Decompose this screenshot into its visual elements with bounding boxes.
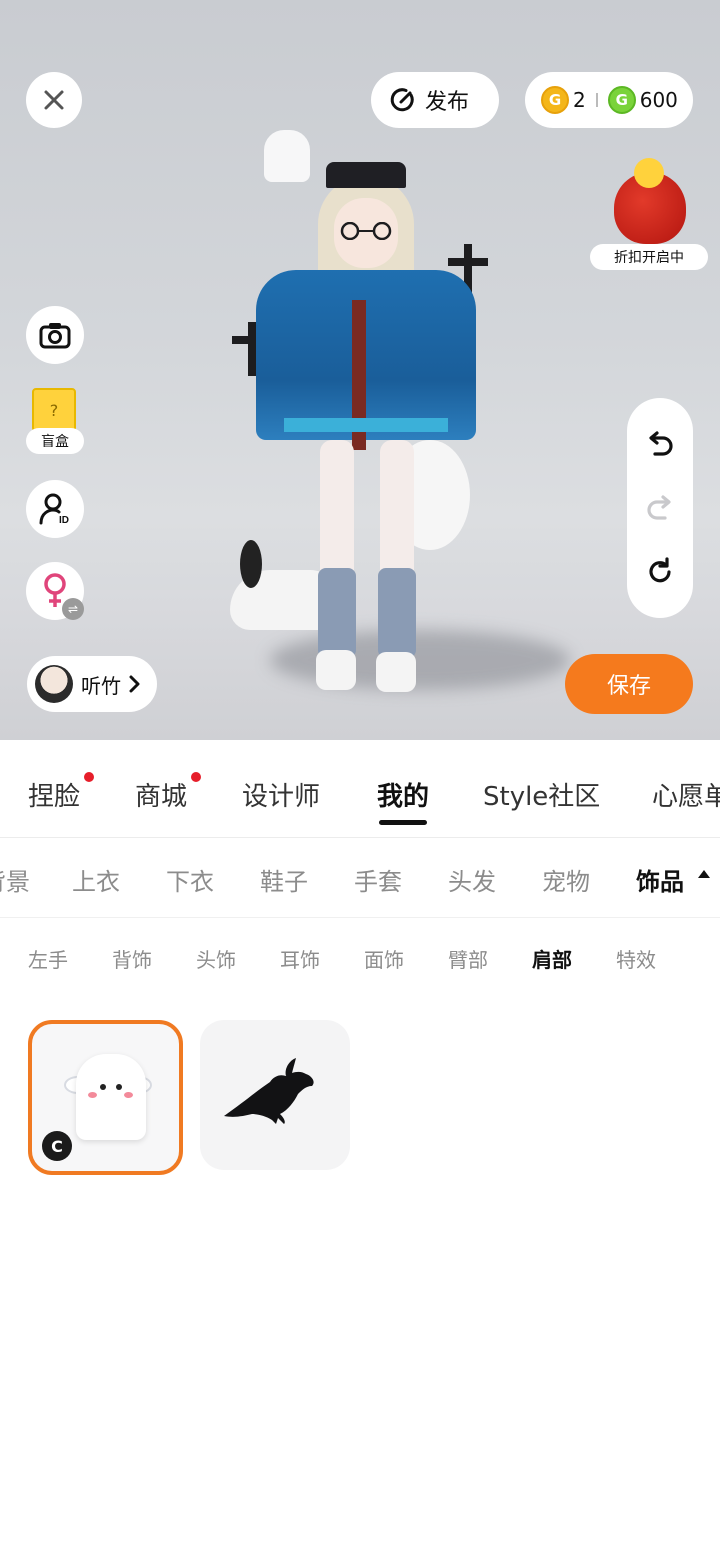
character-dress-hem	[284, 418, 448, 432]
undo-button[interactable]	[640, 424, 680, 464]
blind-box-button[interactable]: ? 盲盒	[26, 388, 86, 460]
avatar	[35, 665, 73, 703]
avatar-id-button[interactable]: ID	[26, 480, 84, 538]
gold-coin-icon: G	[541, 86, 569, 114]
tab-style-community[interactable]: Style社区	[483, 776, 600, 813]
category-shoes[interactable]: 鞋子	[260, 862, 308, 897]
category-pets[interactable]: 宠物	[542, 862, 590, 897]
category-background[interactable]: 背景	[0, 862, 30, 897]
item-grid: C	[0, 994, 720, 1194]
avatar-character[interactable]	[240, 150, 500, 710]
gender-switch-button[interactable]: ⇌	[26, 562, 84, 620]
character-dress	[256, 270, 476, 440]
subcategory-tab-bar: 左手 背饰 头饰 耳饰 面饰 臂部 肩部 特效	[0, 918, 720, 994]
camera-icon	[39, 323, 71, 349]
tab-shop-notification-dot	[191, 772, 201, 782]
subcategory-left-hand[interactable]: 左手	[28, 944, 68, 973]
reset-icon	[649, 557, 671, 583]
publish-button[interactable]: 发布	[371, 72, 499, 128]
category-tab-bar: 背景 上衣 下衣 鞋子 手套 头发 宠物 饰品	[0, 838, 720, 918]
tab-wishlist[interactable]: 心愿单	[652, 776, 720, 813]
subcategory-effects[interactable]: 特效	[616, 944, 656, 973]
svg-text:ID: ID	[59, 515, 69, 526]
main-tab-bar: 捏脸 商城 设计师 我的 Style社区 心愿单	[0, 740, 720, 838]
gold-coin-count: 2	[573, 88, 586, 112]
category-tops[interactable]: 上衣	[72, 862, 120, 897]
tab-face-notification-dot	[84, 772, 94, 782]
promo-label: 折扣开启中	[590, 244, 708, 270]
character-hat	[326, 162, 406, 188]
avatar-scene[interactable]: 发布 G 2 G 600 折扣开启中 ? 盲盒 ID ⇌ 听竹 保存	[0, 0, 720, 740]
edit-history-toolbar	[627, 398, 693, 618]
user-name: 听竹	[81, 673, 121, 698]
user-profile-chip[interactable]: 听竹	[27, 656, 157, 712]
ghost-accessory-image	[76, 1054, 146, 1140]
close-button[interactable]	[26, 72, 82, 128]
category-gloves[interactable]: 手套	[354, 862, 402, 897]
avatar-editor-page: 发布 G 2 G 600 折扣开启中 ? 盲盒 ID ⇌ 听竹 保存 捏脸 商城…	[0, 0, 720, 1544]
category-hair[interactable]: 头发	[448, 862, 496, 897]
subcategory-earrings[interactable]: 耳饰	[280, 944, 320, 973]
redo-button[interactable]	[640, 488, 680, 528]
active-tab-indicator	[379, 820, 427, 825]
undo-icon	[649, 431, 673, 456]
caret-up-icon	[698, 870, 710, 878]
character-legs	[316, 440, 420, 692]
subcategory-back[interactable]: 背饰	[112, 944, 152, 973]
subcategory-arm[interactable]: 臂部	[448, 944, 488, 973]
crow-accessory-image	[224, 1058, 314, 1124]
currency-balance[interactable]: G 2 G 600	[525, 72, 693, 128]
reset-button[interactable]	[640, 552, 680, 592]
user-id-icon: ID	[39, 493, 69, 526]
tab-face[interactable]: 捏脸	[28, 776, 80, 813]
green-coin-icon: G	[607, 86, 636, 114]
swap-icon: ⇌	[62, 598, 84, 620]
discount-promo-button[interactable]: 折扣开启中	[590, 150, 708, 270]
camera-button[interactable]	[26, 306, 84, 364]
publish-label: 发布	[425, 90, 470, 115]
category-accessories[interactable]: 饰品	[636, 862, 684, 897]
tab-mine[interactable]: 我的	[377, 776, 429, 813]
subcategory-shoulder[interactable]: 肩部	[532, 944, 572, 973]
character-glasses	[340, 222, 392, 240]
blind-box-label: 盲盒	[26, 428, 84, 454]
chevron-right-icon	[129, 675, 140, 693]
tab-designer[interactable]: 设计师	[242, 776, 320, 813]
close-icon	[44, 90, 64, 110]
save-button[interactable]: 保存	[565, 654, 693, 714]
item-card-ghost[interactable]: C	[28, 1020, 183, 1175]
publish-icon	[390, 88, 414, 112]
subcategory-headwear[interactable]: 头饰	[196, 944, 236, 973]
green-coin-count: 600	[639, 88, 678, 112]
category-bottoms[interactable]: 下衣	[166, 862, 214, 897]
tab-shop[interactable]: 商城	[135, 776, 187, 813]
subcategory-face[interactable]: 面饰	[364, 944, 404, 973]
blind-box-icon: ?	[32, 388, 76, 432]
redo-icon	[647, 495, 671, 520]
item-card-crow[interactable]	[200, 1020, 350, 1170]
currency-divider	[595, 93, 598, 107]
creator-badge-icon: C	[42, 1131, 72, 1161]
promo-mascot-icon	[634, 158, 664, 188]
wardrobe-panel: 捏脸 商城 设计师 我的 Style社区 心愿单 背景 上衣 下衣 鞋子 手套 …	[0, 740, 720, 1544]
